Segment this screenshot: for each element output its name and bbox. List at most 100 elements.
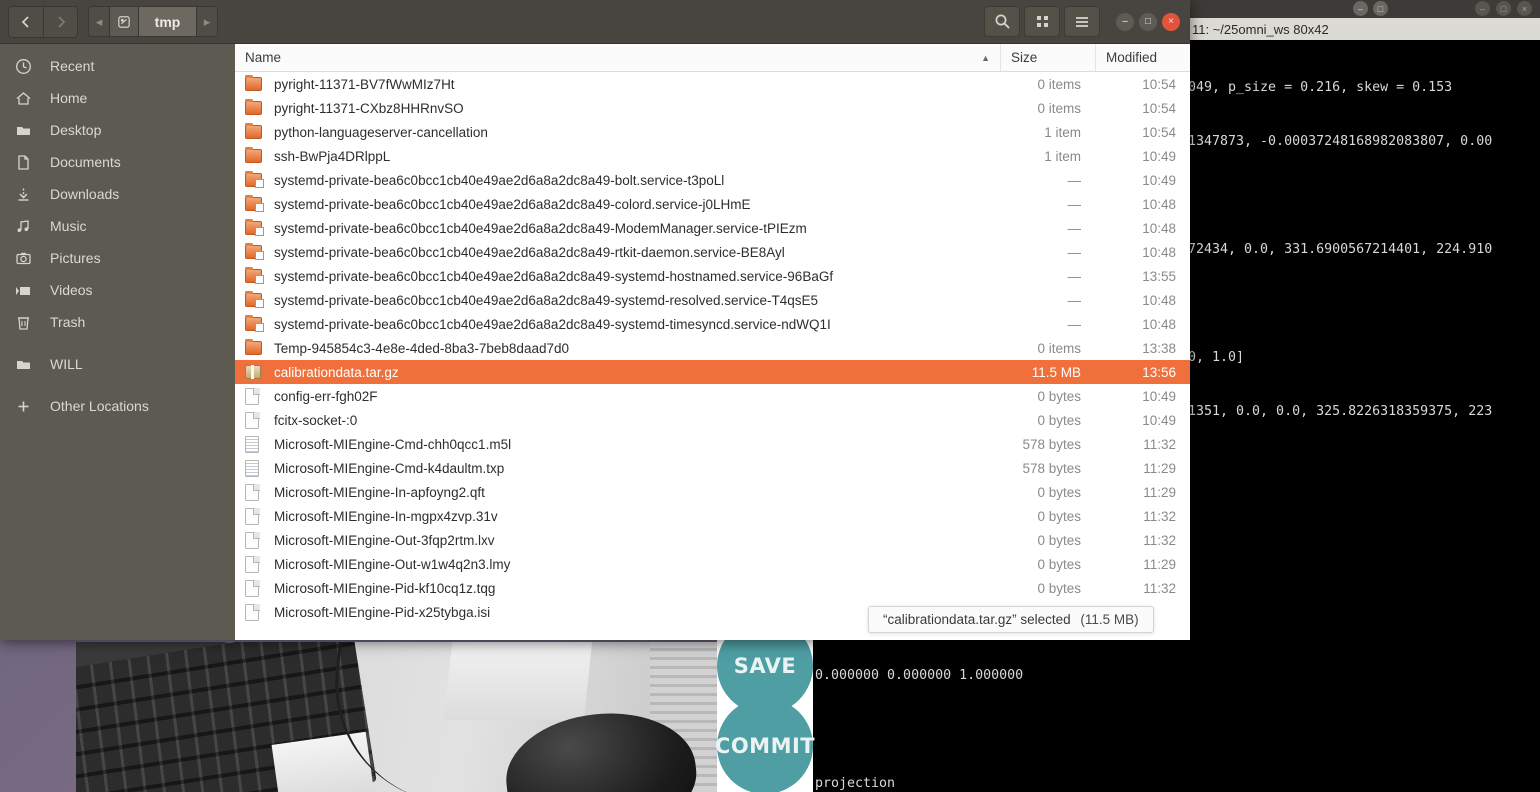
table-row[interactable]: systemd-private-bea6c0bcc1cb40e49ae2d6a8…	[235, 216, 1190, 240]
folder-lock-glyph	[245, 221, 262, 235]
file-name-cell: fcitx-socket-:0	[235, 411, 1000, 429]
sidebar-item-will[interactable]: WILL	[0, 348, 235, 380]
breadcrumb-current-tmp[interactable]: tmp	[139, 7, 197, 36]
sidebar-item-home[interactable]: Home	[0, 82, 235, 114]
table-row[interactable]: Microsoft-MIEngine-In-mgpx4zvp.31v 0 byte…	[235, 504, 1190, 528]
breadcrumb-next-arrow[interactable]: ▸	[197, 7, 217, 36]
file-list-pane: Name ▲ Size Modified pyright-11371-BV7fW…	[235, 44, 1190, 640]
file-modified-cell: 13:56	[1142, 364, 1176, 380]
background-minimize-button[interactable]: –	[1353, 1, 1368, 16]
table-row[interactable]: config-err-fgh02F 0 bytes 10:49	[235, 384, 1190, 408]
file-manager-header: ◂ tmp ▸ – □ ×	[0, 0, 1190, 44]
folder-icon	[8, 356, 38, 373]
plus-icon	[8, 398, 38, 415]
table-row[interactable]: Microsoft-MIEngine-In-apfoyng2.qft 0 byte…	[235, 480, 1190, 504]
table-row[interactable]: systemd-private-bea6c0bcc1cb40e49ae2d6a8…	[235, 264, 1190, 288]
file-icon	[245, 411, 267, 429]
file-glyph	[245, 556, 259, 573]
sidebar-item-documents[interactable]: Documents	[0, 146, 235, 178]
terminal-output[interactable]: 049, p_size = 0.216, skew = 0.153 134787…	[1186, 40, 1540, 457]
grid-view-icon[interactable]	[1024, 6, 1060, 37]
table-row[interactable]: Microsoft-MIEngine-Cmd-chh0qcc1.m5l 578 b…	[235, 432, 1190, 456]
forward-button[interactable]	[43, 6, 77, 37]
file-name-label: systemd-private-bea6c0bcc1cb40e49ae2d6a8…	[274, 268, 834, 284]
sidebar-item-downloads[interactable]: Downloads	[0, 178, 235, 210]
column-header-modified[interactable]: Modified	[1095, 44, 1190, 71]
file-size-cell: 0 bytes	[1037, 412, 1081, 428]
file-manager-body: Recent Home Desktop Documents Downloads …	[0, 44, 1190, 640]
file-size-cell: 0 bytes	[1037, 556, 1081, 572]
folder-icon	[245, 147, 267, 165]
file-name-label: Microsoft-MIEngine-In-mgpx4zvp.31v	[274, 508, 498, 524]
file-modified-cell: 10:49	[1142, 148, 1176, 164]
sidebar-item-videos[interactable]: Videos	[0, 274, 235, 306]
background-window-controls-right[interactable]: – □ ×	[1475, 1, 1532, 16]
table-row[interactable]: ssh-BwPja4DRlppL 1 item 10:49	[235, 144, 1190, 168]
file-name-cell: Temp-945854c3-4e8e-4ded-8ba3-7beb8daad7d…	[235, 339, 1000, 357]
sidebar-item-desktop[interactable]: Desktop	[0, 114, 235, 146]
table-row[interactable]: systemd-private-bea6c0bcc1cb40e49ae2d6a8…	[235, 192, 1190, 216]
table-row[interactable]: pyright-11371-CXbz8HHRnvSO 0 items 10:54	[235, 96, 1190, 120]
filesystem-icon[interactable]	[109, 7, 139, 36]
file-manager-window: ◂ tmp ▸ – □ × Recent Home Desktop Docume…	[0, 0, 1190, 640]
table-row[interactable]: systemd-private-bea6c0bcc1cb40e49ae2d6a8…	[235, 168, 1190, 192]
table-row[interactable]: systemd-private-bea6c0bcc1cb40e49ae2d6a8…	[235, 240, 1190, 264]
bg-right-maximize-button[interactable]: □	[1496, 1, 1511, 16]
table-row[interactable]: pyright-11371-BV7fWwMIz7Ht 0 items 10:54	[235, 72, 1190, 96]
terminal-line-6: 1351, 0.0, 0.0, 325.8226318359375, 223	[1188, 404, 1493, 419]
folder-lock-icon	[245, 195, 267, 213]
breadcrumb-prev-arrow[interactable]: ◂	[89, 7, 109, 36]
table-row[interactable]: systemd-private-bea6c0bcc1cb40e49ae2d6a8…	[235, 288, 1190, 312]
sidebar-item-trash[interactable]: Trash	[0, 306, 235, 338]
table-row[interactable]: Temp-945854c3-4e8e-4ded-8ba3-7beb8daad7d…	[235, 336, 1190, 360]
folder-lock-icon	[245, 219, 267, 237]
commit-button[interactable]: COMMIT	[715, 698, 815, 792]
back-button[interactable]	[9, 7, 43, 37]
terminal-window[interactable]: 11: ~/25omni_ws 80x42 049, p_size = 0.21…	[1186, 18, 1540, 792]
background-window-controls[interactable]: – □	[1353, 1, 1388, 16]
minimize-button[interactable]: –	[1116, 12, 1134, 31]
file-name-cell: Microsoft-MIEngine-Out-3fqp2rtm.lxv	[235, 531, 1000, 549]
folder-glyph	[245, 77, 262, 91]
file-size-cell: —	[1067, 268, 1082, 284]
file-glyph	[245, 532, 259, 549]
file-size-cell: —	[1067, 172, 1082, 188]
file-modified-cell: 11:29	[1143, 484, 1176, 500]
folder-lock-glyph	[245, 173, 262, 187]
background-maximize-button[interactable]: □	[1373, 1, 1388, 16]
sidebar-item-recent[interactable]: Recent	[0, 50, 235, 82]
bg-right-minimize-button[interactable]: –	[1475, 1, 1490, 16]
file-icon	[245, 603, 267, 621]
folder-lock-glyph	[245, 197, 262, 211]
sidebar-item-music[interactable]: Music	[0, 210, 235, 242]
file-name-cell: systemd-private-bea6c0bcc1cb40e49ae2d6a8…	[235, 291, 1000, 309]
column-header-name[interactable]: Name ▲	[235, 44, 1000, 71]
sidebar-item-other-locations[interactable]: Other Locations	[0, 390, 235, 422]
file-modified-cell: 11:32	[1143, 508, 1176, 524]
table-row[interactable]: python-languageserver-cancellation 1 item…	[235, 120, 1190, 144]
table-row[interactable]: Microsoft-MIEngine-Out-3fqp2rtm.lxv 0 byt…	[235, 528, 1190, 552]
table-row[interactable]: Microsoft-MIEngine-Pid-kf10cq1z.tqg 0 byt…	[235, 576, 1190, 600]
column-header-size[interactable]: Size	[1000, 44, 1095, 71]
file-name-label: pyright-11371-CXbz8HHRnvSO	[274, 100, 464, 116]
table-row[interactable]: fcitx-socket-:0 0 bytes 10:49	[235, 408, 1190, 432]
file-name-label: python-languageserver-cancellation	[274, 124, 488, 140]
bg-right-close-button[interactable]: ×	[1517, 1, 1532, 16]
folder-lock-icon	[245, 267, 267, 285]
hamburger-menu-icon[interactable]	[1064, 6, 1100, 37]
folder-icon	[245, 75, 267, 93]
table-row[interactable]: calibrationdata.tar.gz 11.5 MB 13:56	[235, 360, 1190, 384]
file-modified-cell: 13:38	[1142, 340, 1176, 356]
maximize-button[interactable]: □	[1139, 12, 1157, 31]
music-icon	[8, 218, 38, 235]
file-size-cell: 0 items	[1037, 100, 1081, 116]
sidebar-item-pictures[interactable]: Pictures	[0, 242, 235, 274]
close-button[interactable]: ×	[1162, 12, 1180, 31]
table-row[interactable]: Microsoft-MIEngine-Out-w1w4q2n3.lmy 0 byt…	[235, 552, 1190, 576]
table-row[interactable]: systemd-private-bea6c0bcc1cb40e49ae2d6a8…	[235, 312, 1190, 336]
archive-icon	[245, 363, 267, 381]
sidebar-label-desktop: Desktop	[50, 122, 102, 138]
file-modified-cell: 10:49	[1142, 172, 1176, 188]
table-row[interactable]: Microsoft-MIEngine-Cmd-k4daultm.txp 578 b…	[235, 456, 1190, 480]
search-icon[interactable]	[984, 6, 1020, 37]
